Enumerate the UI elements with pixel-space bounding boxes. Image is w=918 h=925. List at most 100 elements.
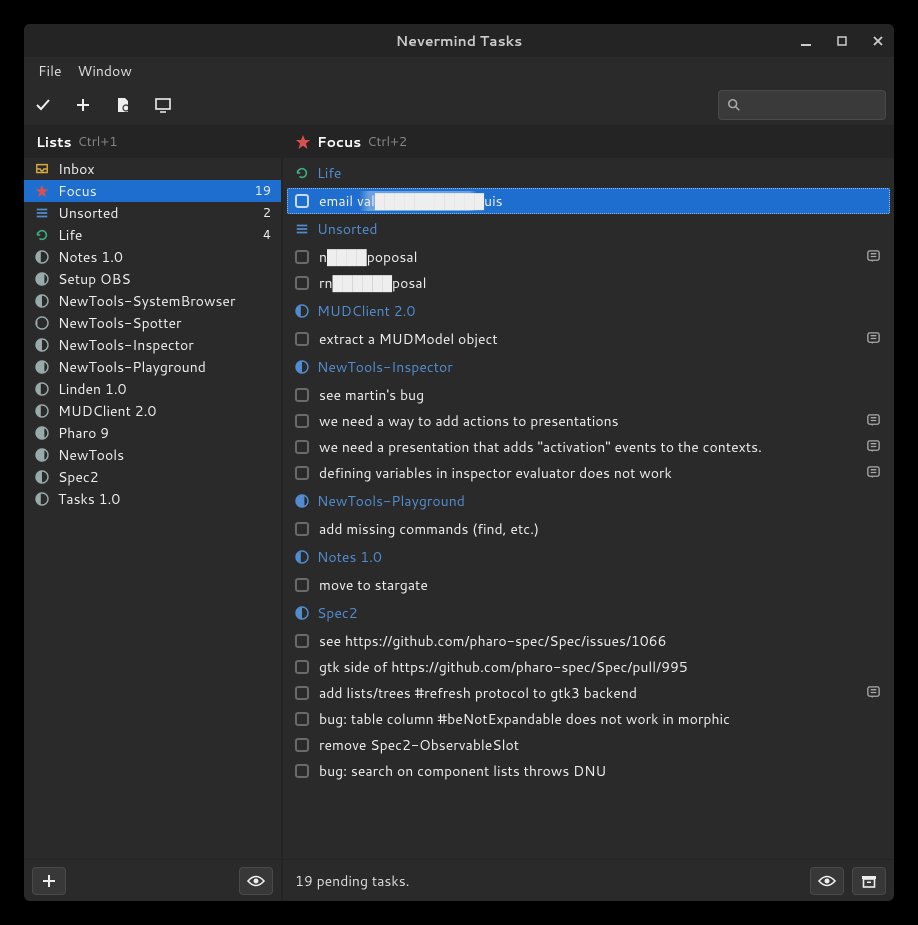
task-row[interactable]: we need a way to add actions to presenta… — [283, 408, 894, 434]
moon-40-icon — [34, 249, 50, 265]
titlebar[interactable]: Nevermind Tasks — [24, 24, 894, 57]
list-row[interactable]: Notes 1.0 — [24, 246, 281, 268]
notes-icon[interactable] — [866, 249, 882, 265]
list-row[interactable]: NewTools — [24, 444, 281, 466]
menu-window[interactable]: Window — [70, 58, 140, 84]
task-checkbox[interactable] — [295, 660, 309, 674]
task-row[interactable]: email val███████████uis — [287, 188, 890, 214]
task-row[interactable]: bug: search on component lists throws DN… — [283, 758, 894, 784]
task-checkbox[interactable] — [295, 194, 309, 208]
task-label: rn██████posal — [319, 273, 882, 293]
task-checkbox[interactable] — [295, 250, 309, 264]
menu-file[interactable]: File — [30, 58, 70, 84]
task-row[interactable]: see martin's bug — [283, 382, 894, 408]
check-icon[interactable] — [32, 94, 54, 116]
task-checkbox[interactable] — [295, 578, 309, 592]
list-label: Unsorted — [58, 203, 255, 223]
task-row[interactable]: n████poposal — [283, 244, 894, 270]
section-header[interactable]: Notes 1.0 — [283, 542, 894, 572]
list-row[interactable]: NewTools-SystemBrowser — [24, 290, 281, 312]
task-checkbox[interactable] — [295, 522, 309, 536]
archive-button[interactable] — [852, 867, 886, 895]
task-checkbox[interactable] — [295, 466, 309, 480]
tasks[interactable]: Life email val███████████uisUnsortedn████… — [283, 158, 894, 859]
section-label: Life — [317, 163, 341, 183]
list-row[interactable]: Unsorted2 — [24, 202, 281, 224]
section-header[interactable]: NewTools-Playground — [283, 486, 894, 516]
list-row[interactable]: Linden 1.0 — [24, 378, 281, 400]
task-label: gtk side of https://github.com/pharo-spe… — [319, 657, 882, 677]
notes-icon[interactable] — [866, 331, 882, 347]
status-text: 19 pending tasks. — [291, 871, 410, 891]
lists[interactable]: InboxFocus19Unsorted2Life4Notes 1.0Setup… — [24, 158, 281, 859]
search-box[interactable] — [718, 90, 886, 120]
tasks-footer: 19 pending tasks. — [283, 859, 894, 901]
plus-icon[interactable] — [72, 94, 94, 116]
task-checkbox[interactable] — [295, 686, 309, 700]
task-checkbox[interactable] — [295, 276, 309, 290]
notes-icon[interactable] — [866, 465, 882, 481]
task-checkbox[interactable] — [295, 332, 309, 346]
list-row[interactable]: NewTools-Playground — [24, 356, 281, 378]
list-row[interactable]: NewTools-Inspector — [24, 334, 281, 356]
list-row[interactable]: Spec2 — [24, 466, 281, 488]
list-count: 19 — [254, 182, 271, 200]
content: Lists Ctrl+1 InboxFocus19Unsorted2Life4N… — [24, 125, 894, 901]
list-row[interactable]: Tasks 1.0 — [24, 488, 281, 510]
task-row[interactable]: we need a presentation that adds "activa… — [283, 434, 894, 460]
list-row[interactable]: NewTools-Spotter — [24, 312, 281, 334]
section-header[interactable]: Spec2 — [283, 598, 894, 628]
tasks-visibility-button[interactable] — [810, 867, 844, 895]
moon-50-icon — [295, 360, 309, 374]
moon-50-icon — [34, 469, 50, 485]
search-icon — [727, 98, 741, 112]
task-checkbox[interactable] — [295, 634, 309, 648]
app-window: Nevermind Tasks File Window — [24, 24, 894, 901]
queue-icon — [34, 205, 50, 221]
add-list-button[interactable] — [32, 867, 66, 895]
maximize-button[interactable] — [832, 31, 852, 51]
task-row[interactable]: move to stargate — [283, 572, 894, 598]
section-header[interactable]: MUDClient 2.0 — [283, 296, 894, 326]
moon-70-icon — [295, 494, 309, 508]
task-row[interactable]: add missing commands (find, etc.) — [283, 516, 894, 542]
task-checkbox[interactable] — [295, 388, 309, 402]
task-checkbox[interactable] — [295, 764, 309, 778]
task-row[interactable]: rn██████posal — [283, 270, 894, 296]
task-checkbox[interactable] — [295, 712, 309, 726]
search-input[interactable] — [747, 97, 894, 113]
notes-icon[interactable] — [866, 685, 882, 701]
list-label: Tasks 1.0 — [58, 489, 271, 509]
section-label: NewTools-Inspector — [317, 357, 453, 377]
notes-icon[interactable] — [866, 413, 882, 429]
section-header[interactable]: NewTools-Inspector — [283, 352, 894, 382]
close-button[interactable] — [868, 31, 888, 51]
task-row[interactable]: see https://github.com/pharo-spec/Spec/i… — [283, 628, 894, 654]
star-icon — [34, 183, 50, 199]
note-search-icon[interactable] — [112, 94, 134, 116]
visibility-button[interactable] — [239, 867, 273, 895]
list-row[interactable]: Focus19 — [24, 180, 281, 202]
monitor-icon[interactable] — [152, 94, 174, 116]
section-header[interactable]: Life — [283, 158, 894, 188]
task-checkbox[interactable] — [295, 440, 309, 454]
task-row[interactable]: add lists/trees #refresh protocol to gtk… — [283, 680, 894, 706]
notes-icon[interactable] — [866, 439, 882, 455]
lists-shortcut: Ctrl+1 — [78, 133, 118, 151]
task-row[interactable]: bug: table column #beNotExpandable does … — [283, 706, 894, 732]
list-row[interactable]: Life4 — [24, 224, 281, 246]
list-row[interactable]: Pharo 9 — [24, 422, 281, 444]
list-row[interactable]: Setup OBS — [24, 268, 281, 290]
task-row[interactable]: defining variables in inspector evaluato… — [283, 460, 894, 486]
task-row[interactable]: extract a MUDModel object — [283, 326, 894, 352]
section-header[interactable]: Unsorted — [283, 214, 894, 244]
task-checkbox[interactable] — [295, 414, 309, 428]
task-checkbox[interactable] — [295, 738, 309, 752]
minimize-button[interactable] — [796, 31, 816, 51]
task-row[interactable]: remove Spec2-ObservableSlot — [283, 732, 894, 758]
list-label: NewTools-Spotter — [58, 313, 271, 333]
list-row[interactable]: MUDClient 2.0 — [24, 400, 281, 422]
list-row[interactable]: Inbox — [24, 158, 281, 180]
toolbar — [24, 85, 894, 125]
task-row[interactable]: gtk side of https://github.com/pharo-spe… — [283, 654, 894, 680]
